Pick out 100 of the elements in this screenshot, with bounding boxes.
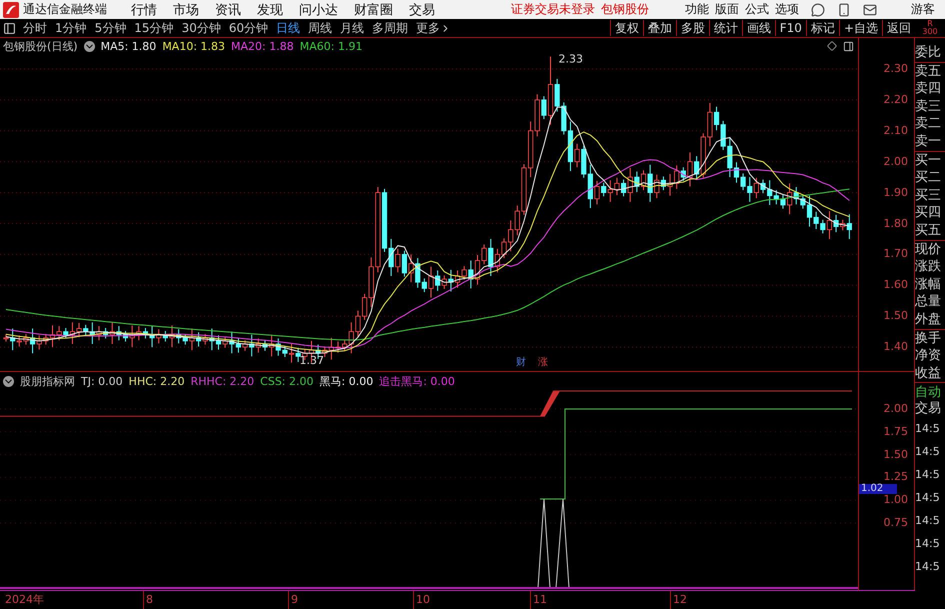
toolbar-button[interactable]: 统计 — [708, 20, 742, 36]
toolbar-button[interactable]: +自选 — [838, 20, 882, 36]
price-axis-label: 2.30 — [884, 63, 908, 75]
toolbar-button[interactable]: 画线 — [742, 20, 775, 36]
indicator-value: RHHC: 2.20 — [190, 374, 254, 388]
dropdown-icon[interactable] — [84, 40, 95, 52]
quote-field-label: 涨幅 — [915, 276, 942, 294]
indicator-value: CSS: 2.00 — [260, 374, 314, 388]
quote-field-label: 现价 — [915, 240, 942, 258]
trade-time: 14:5 — [915, 513, 941, 530]
event-marker[interactable]: 涨 — [538, 357, 548, 369]
chat-icon[interactable] — [811, 2, 825, 17]
quote-field-label: 涨跌 — [915, 258, 942, 276]
period-tab[interactable]: 月线 — [336, 20, 368, 37]
quote-field-label: 外盘 — [915, 310, 942, 328]
menu-item[interactable]: 交易 — [409, 0, 435, 19]
price-axis-label: 1.40 — [884, 341, 908, 354]
diamond-icon[interactable] — [827, 41, 837, 51]
quote-field-label: 换手 — [915, 330, 942, 348]
quote-field-label: 买四 — [915, 204, 942, 222]
menu-item[interactable]: 市场 — [173, 0, 199, 19]
stock-name: 包钢股份 — [601, 1, 649, 18]
cursor-value-tag: 1.02 — [859, 484, 897, 494]
quote-field-label: 总量 — [915, 293, 942, 311]
quote-field-label: 卖一 — [915, 132, 942, 151]
quote-field-label: 委比 — [915, 44, 942, 62]
menu-item[interactable]: 版面 — [715, 1, 739, 18]
quote-field-label: 买一 — [915, 152, 942, 170]
user-label[interactable]: 游客 — [911, 1, 935, 18]
menu-item[interactable]: 问小达 — [299, 0, 338, 19]
menu-item[interactable]: 资讯 — [215, 0, 241, 19]
period-tab[interactable]: 60分钟 — [224, 20, 272, 37]
ma-value: MA5: 1.80 — [100, 40, 156, 52]
menu-item[interactable]: 公式 — [745, 1, 769, 18]
menu-item[interactable]: 选项 — [775, 1, 799, 18]
period-tab[interactable]: 日线 — [272, 20, 304, 37]
date-axis-label: 2024年 — [4, 592, 44, 608]
date-axis-label: 9 — [288, 591, 298, 609]
quote-field-label: 卖三 — [915, 98, 942, 116]
period-tab[interactable]: 30分钟 — [178, 20, 225, 37]
date-axis-label: 8 — [143, 591, 153, 609]
toolbar-button[interactable]: 标记 — [806, 20, 839, 36]
trade-label[interactable]: 交易 — [915, 401, 945, 418]
app-logo-icon — [3, 2, 19, 18]
quote-field-label: 买三 — [915, 186, 942, 204]
quote-field-label: 卖二 — [915, 115, 942, 133]
trade-time: 14:5 — [915, 559, 941, 576]
dropdown-icon[interactable] — [3, 376, 14, 386]
indicator-value: 黑马: 0.00 — [320, 374, 374, 388]
quote-field-label: 收益 — [915, 364, 942, 382]
price-axis-label: 1.50 — [884, 310, 908, 322]
indicator-axis-label: 2.00 — [884, 403, 908, 415]
indicator-value: HHC: 2.20 — [128, 374, 185, 388]
menu-item[interactable]: 发现 — [257, 0, 283, 19]
menu-item[interactable]: 行情 — [131, 0, 157, 19]
toolbar-button[interactable]: 多股 — [676, 20, 709, 36]
window-icon[interactable] — [843, 40, 854, 52]
toolbar-button[interactable]: F10 — [774, 20, 806, 36]
event-marker[interactable]: 财 — [516, 357, 526, 369]
app-title: 通达信金融终端 — [23, 1, 107, 18]
quote-field-label: 卖五 — [915, 62, 942, 80]
phone-icon[interactable] — [837, 2, 851, 17]
date-axis-label: 12 — [670, 591, 687, 609]
price-axis-label: 2.00 — [884, 156, 908, 168]
login-notice: 证券交易未登录 — [511, 1, 595, 18]
menu-item[interactable]: 功能 — [685, 1, 709, 18]
indicator-title: 股朋指标网 — [20, 374, 75, 388]
auto-mode-label[interactable]: 自动 — [915, 385, 945, 402]
toolbar-button[interactable]: 复权 — [610, 20, 643, 36]
mail-icon[interactable] — [863, 2, 877, 17]
price-axis-label: 1.70 — [884, 248, 908, 260]
sidebar-toggle-icon[interactable] — [3, 22, 16, 35]
period-tab[interactable]: 多周期 — [368, 20, 412, 37]
indicator-axis-label: 1.00 — [884, 494, 908, 506]
price-axis-label: 1.80 — [884, 218, 908, 230]
price-axis-label: 2.20 — [884, 94, 908, 106]
period-tab[interactable]: 更多 — [412, 20, 456, 37]
quote-field-label: 买五 — [915, 222, 942, 240]
price-axis-label: 1.60 — [884, 279, 908, 292]
ma-value: MA10: 1.83 — [162, 40, 226, 52]
toolbar-button[interactable]: 返回 — [882, 20, 915, 36]
indicator-axis-label: 1.75 — [884, 426, 908, 438]
toolbar-button[interactable]: 叠加 — [642, 20, 676, 36]
trade-time: 14:5 — [915, 421, 941, 438]
period-tab[interactable]: 15分钟 — [130, 20, 178, 37]
period-tab[interactable]: 分时 — [19, 20, 51, 37]
indicator-axis-label: 1.50 — [884, 448, 908, 461]
period-tab[interactable]: 5分钟 — [90, 20, 130, 37]
corner-label: R 300 — [921, 20, 939, 36]
indicator-axis-label: 1.25 — [884, 471, 908, 484]
trade-time: 14:5 — [915, 536, 941, 552]
trade-time: 14:5 — [915, 490, 941, 506]
ma-value: MA20: 1.88 — [231, 40, 294, 52]
period-tab[interactable]: 周线 — [304, 20, 336, 37]
date-axis-label: 10 — [413, 591, 430, 609]
indicator-axis-label: 0.75 — [884, 517, 908, 529]
period-tab[interactable]: 1分钟 — [51, 20, 91, 37]
quote-field-label: 净资 — [915, 347, 942, 365]
indicator-value: TJ: 0.00 — [81, 374, 123, 388]
menu-item[interactable]: 财富圈 — [354, 0, 393, 19]
